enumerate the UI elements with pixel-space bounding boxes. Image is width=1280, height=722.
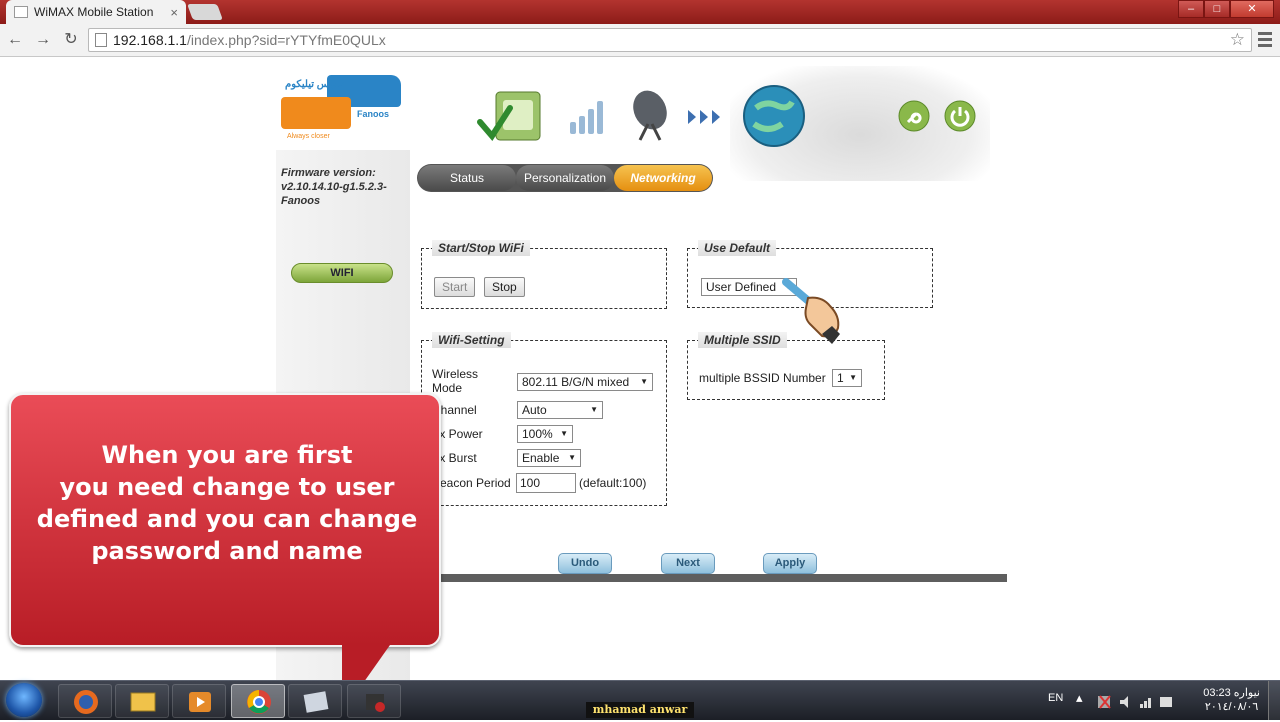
browser-menu-icon[interactable]	[1258, 32, 1272, 48]
tutorial-callout: When you are first you need change to us…	[9, 393, 441, 647]
system-tray-icons[interactable]	[1098, 694, 1178, 710]
forward-button[interactable]: →	[32, 30, 54, 50]
window-controls: – □ ✕	[1178, 0, 1274, 18]
undo-button[interactable]: Undo	[558, 553, 612, 574]
firefox-taskbar-icon[interactable]	[58, 684, 112, 718]
browser-tab[interactable]: WiMAX Mobile Station ×	[6, 0, 186, 24]
show-desktop-button[interactable]	[1268, 681, 1280, 720]
address-bar[interactable]: 192.168.1.1/index.php?sid=rYTYfmE0QULx ☆	[88, 28, 1252, 52]
clock-time: 03:23 نیواره	[1203, 687, 1260, 699]
firmware-version: Firmware version: v2.10.14.10-g1.5.2.3-F…	[281, 167, 387, 207]
wireless-mode-select[interactable]: 802.11 B/G/N mixed	[517, 373, 653, 391]
maximize-button[interactable]: □	[1204, 0, 1230, 18]
wifi-menu-button[interactable]: WIFI	[291, 263, 393, 283]
apply-button[interactable]: Apply	[763, 553, 817, 574]
multiple-ssid-section: Multiple SSID multiple BSSID Number 1	[687, 332, 885, 400]
page-favicon-icon	[14, 6, 28, 18]
tx-power-select[interactable]: 100%	[517, 425, 573, 443]
system-clock[interactable]: 03:23 نیواره ٢٠١٤/٠٨/٠٦	[1203, 686, 1260, 714]
start-button[interactable]: Start	[434, 277, 476, 297]
channel-select[interactable]: Auto	[517, 401, 603, 419]
url-path: /index.php?sid=rYTYfmE0QULx	[186, 32, 386, 48]
app-taskbar-icon[interactable]	[288, 684, 342, 718]
signal-strength-icon	[570, 101, 603, 134]
recorder-taskbar-icon[interactable]	[347, 684, 401, 718]
bookmark-star-icon[interactable]: ☆	[1230, 30, 1245, 50]
bssid-number-label: multiple BSSID Number	[699, 371, 826, 385]
page-icon	[95, 33, 107, 47]
minimize-button[interactable]: –	[1178, 0, 1204, 18]
device-check-icon	[477, 91, 541, 142]
tab-title: WiMAX Mobile Station	[34, 5, 154, 19]
multiple-ssid-legend: Multiple SSID	[698, 332, 787, 348]
new-tab-button[interactable]	[187, 4, 223, 20]
back-button[interactable]: ←	[4, 30, 26, 50]
logo-slogan: Always closer	[287, 133, 330, 140]
stop-button[interactable]: Stop	[484, 277, 525, 297]
tray-expand-icon[interactable]: ▴	[1076, 690, 1083, 706]
globe-icon	[743, 85, 805, 147]
satellite-dish-icon	[633, 90, 667, 141]
explorer-taskbar-icon[interactable]	[115, 684, 169, 718]
browser-toolbar: ← → ↻ 192.168.1.1/index.php?sid=rYTYfmE0…	[0, 24, 1280, 57]
tab-close-icon[interactable]: ×	[170, 5, 178, 20]
close-window-button[interactable]: ✕	[1230, 0, 1274, 18]
tab-status[interactable]: Status	[418, 165, 516, 191]
wifi-setting-section: Wifi-Setting Wireless Mode 802.11 B/G/N …	[421, 332, 667, 506]
reload-button[interactable]: ↻	[60, 30, 82, 50]
callout-text: When you are first you need change to us…	[36, 441, 418, 565]
power-icon[interactable]	[944, 100, 976, 132]
wifi-setting-legend: Wifi-Setting	[432, 332, 511, 348]
beacon-period-label: Beacon Period	[432, 476, 511, 490]
beacon-period-input[interactable]: 100	[516, 473, 576, 493]
tx-burst-select[interactable]: Enable	[517, 449, 581, 467]
tab-personalization[interactable]: Personalization	[516, 165, 614, 191]
browser-title-bar: WiMAX Mobile Station × – □ ✕	[0, 0, 1280, 24]
start-stop-wifi-section: Start/Stop WiFi Start Stop	[421, 240, 667, 309]
chrome-taskbar-icon[interactable]	[231, 684, 285, 718]
main-tabs: Status Personalization Networking	[417, 164, 713, 192]
clock-date: ٢٠١٤/٠٨/٠٦	[1204, 701, 1259, 713]
logo-arabic-text: فانوس تيليكوم	[285, 79, 345, 90]
logo-brand-text: Fanoos	[357, 109, 390, 119]
footer-bar	[420, 574, 1007, 582]
windows-start-icon[interactable]	[6, 683, 42, 717]
arrows-icon	[688, 110, 720, 124]
media-player-taskbar-icon[interactable]	[172, 684, 226, 718]
watermark-text: mhamad anwar	[586, 702, 694, 718]
start-stop-legend: Start/Stop WiFi	[432, 240, 530, 256]
use-default-legend: Use Default	[698, 240, 777, 256]
beacon-default-note: (default:100)	[579, 476, 647, 490]
key-settings-icon[interactable]	[898, 100, 930, 132]
next-button[interactable]: Next	[661, 553, 715, 574]
logo-orange-block	[281, 97, 351, 129]
hand-pointer-cursor-icon	[782, 278, 840, 344]
language-indicator[interactable]: EN	[1048, 692, 1063, 704]
bssid-number-select[interactable]: 1	[832, 369, 862, 387]
fanoos-logo: فانوس تيليكوم Fanoos Always closer	[281, 75, 401, 143]
wireless-mode-label: Wireless Mode	[432, 367, 479, 395]
url-host: 192.168.1.1	[113, 32, 187, 48]
url-text[interactable]: 192.168.1.1/index.php?sid=rYTYfmE0QULx	[113, 32, 1224, 48]
tab-networking[interactable]: Networking	[614, 165, 712, 191]
